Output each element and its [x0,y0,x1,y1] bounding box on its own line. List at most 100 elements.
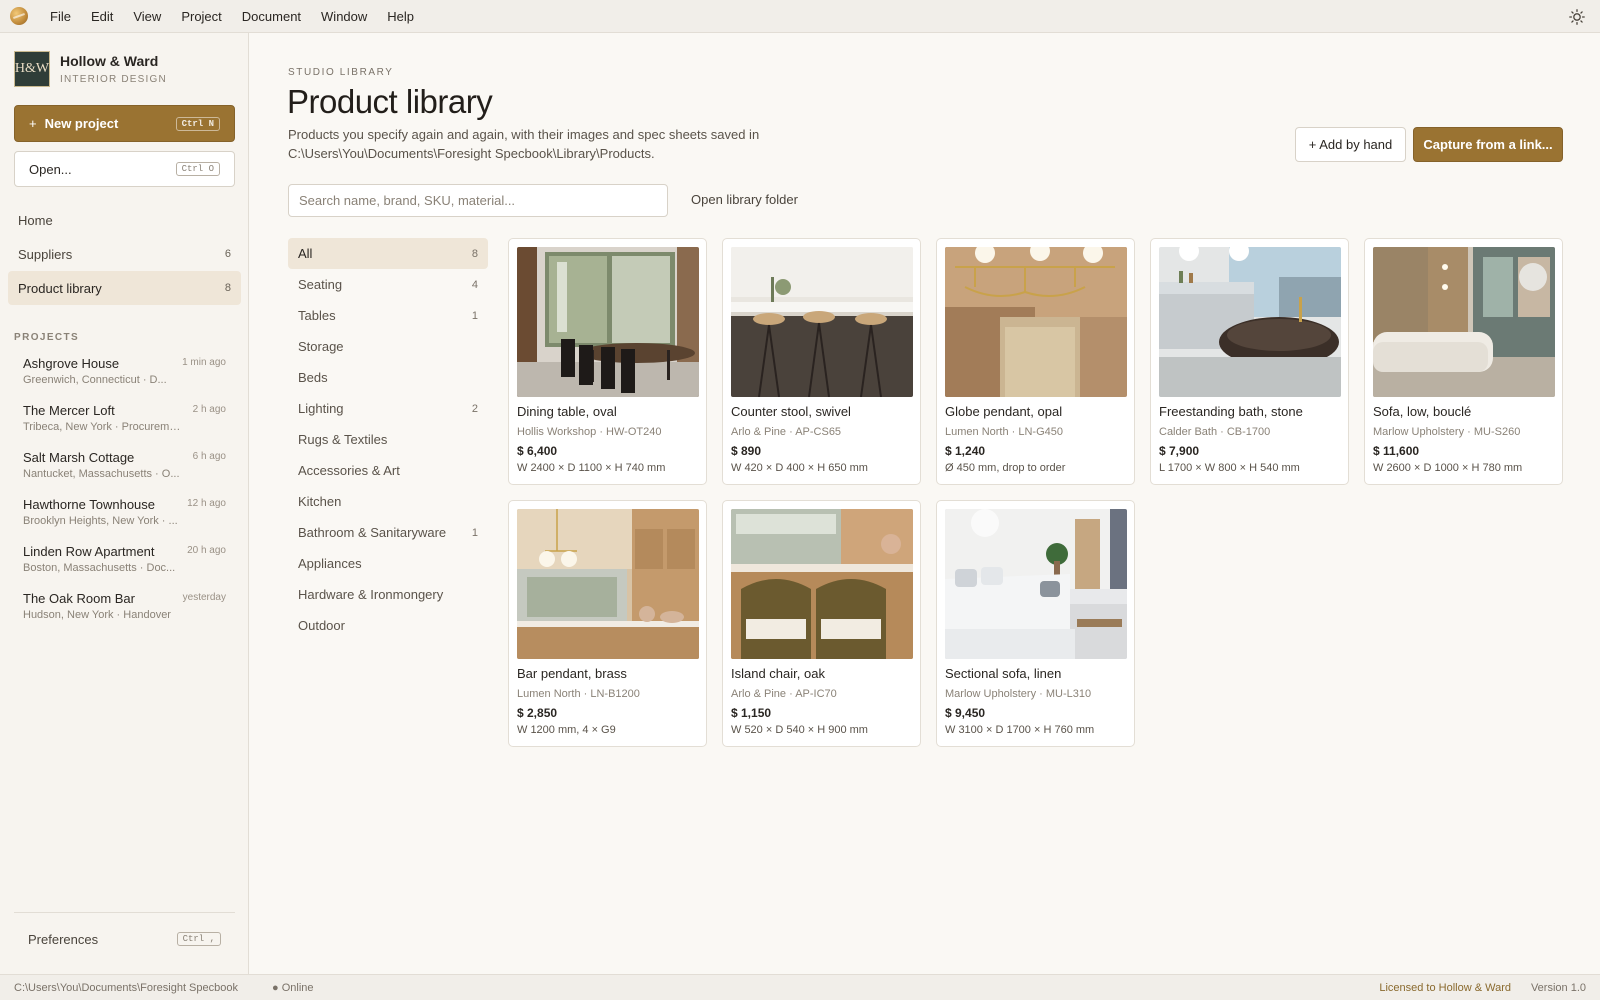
product-dimensions: W 1200 mm, 4 × G9 [517,724,616,736]
product-brand-sku: Marlow Upholstery · MU-S260 [1373,426,1521,438]
menu-help[interactable]: Help [377,0,424,33]
plus-icon: + [29,116,37,131]
product-price: $ 11,600 [1373,444,1420,458]
menu-window[interactable]: Window [311,0,377,33]
page-eyebrow: STUDIO LIBRARY [288,67,394,78]
product-name: Sofa, low, bouclé [1373,404,1472,419]
project-item[interactable]: Linden Row Apartment 20 h ago Boston, Ma… [8,539,241,586]
status-online: ● Online [272,982,314,994]
sidebar: H&W Hollow & Ward INTERIOR DESIGN + New … [0,33,249,974]
project-item[interactable]: Hawthorne Townhouse 12 h ago Brooklyn He… [8,492,241,539]
product-card[interactable]: Freestanding bath, stone Calder Bath · C… [1150,238,1349,485]
sidebar-item-suppliers[interactable]: Suppliers 6 [8,237,241,271]
category-lighting[interactable]: Lighting 2 [288,393,488,424]
product-brand-sku: Arlo & Pine · AP-CS65 [731,426,842,438]
project-location: Tribeca, New York · Procureme... [23,421,183,433]
menu-file[interactable]: File [40,0,81,33]
category-seating[interactable]: Seating 4 [288,269,488,300]
category-accessories-art[interactable]: Accessories & Art [288,455,488,486]
open-library-folder-link[interactable]: Open library folder [691,192,798,207]
category-label: All [298,246,313,261]
project-time: 6 h ago [192,451,226,462]
preferences-button[interactable]: Preferences Ctrl , [14,924,235,954]
category-appliances[interactable]: Appliances [288,548,488,579]
product-card[interactable]: Dining table, oval Hollis Workshop · HW-… [508,238,707,485]
sidebar-item-product-library[interactable]: Product library 8 [8,271,241,305]
product-card[interactable]: Sofa, low, bouclé Marlow Upholstery · MU… [1364,238,1563,485]
new-project-button[interactable]: + New project Ctrl N [14,105,235,142]
category-hardware-ironmongery[interactable]: Hardware & Ironmongery [288,579,488,610]
category-all[interactable]: All 8 [288,238,488,269]
product-card[interactable]: Sectional sofa, linen Marlow Upholstery … [936,500,1135,747]
product-brand-sku: Lumen North · LN-B1200 [517,688,640,700]
menu-view[interactable]: View [123,0,171,33]
project-location: Hudson, New York · Handover [23,609,171,621]
capture-from-link-button[interactable]: Capture from a link... [1413,127,1563,162]
preferences-label: Preferences [28,931,99,947]
category-bathroom-sanitaryware[interactable]: Bathroom & Sanitaryware 1 [288,517,488,548]
status-bar: C:\Users\You\Documents\Foresight Specboo… [0,974,1600,1000]
product-card[interactable]: Globe pendant, opal Lumen North · LN-G45… [936,238,1135,485]
project-item[interactable]: Ashgrove House 1 min ago Greenwich, Conn… [8,351,241,398]
product-dimensions: W 3100 × D 1700 × H 760 mm [945,724,1095,736]
project-item[interactable]: The Mercer Loft 2 h ago Tribeca, New Yor… [8,398,241,445]
project-item[interactable]: The Oak Room Bar yesterday Hudson, New Y… [8,586,241,633]
open-button[interactable]: Open... Ctrl O [14,151,235,187]
product-card[interactable]: Counter stool, swivel Arlo & Pine · AP-C… [722,238,921,485]
product-name: Island chair, oak [731,666,825,681]
category-label: Appliances [298,556,362,571]
category-label: Lighting [298,401,344,416]
category-count: 1 [471,309,478,322]
product-name: Dining table, oval [517,404,617,419]
sidebar-item-label: Suppliers [18,246,73,262]
menu-bar: File Edit View Project Document Window H… [0,0,1600,33]
brand-logo: H&W [14,51,50,87]
product-price: $ 2,850 [517,706,558,720]
sidebar-item-count: 8 [224,282,231,294]
brand-subtitle: INTERIOR DESIGN [60,74,167,85]
main-content: STUDIO LIBRARY Product library Products … [249,33,1600,974]
category-outdoor[interactable]: Outdoor [288,610,488,641]
category-rugs-textiles[interactable]: Rugs & Textiles [288,424,488,455]
product-price: $ 6,400 [517,444,558,458]
project-time: 1 min ago [182,357,226,368]
product-price: $ 890 [731,444,762,458]
sidebar-item-label: Product library [18,280,102,296]
category-tables[interactable]: Tables 1 [288,300,488,331]
menu-document[interactable]: Document [232,0,311,33]
sidebar-item-home[interactable]: Home [8,203,241,237]
product-brand-sku: Lumen North · LN-G450 [945,426,1063,438]
product-card[interactable]: Bar pendant, brass Lumen North · LN-B120… [508,500,707,747]
category-list: All 8 Seating 4 Tables 1 Storage Beds Light… [288,238,488,641]
project-time: 12 h ago [187,498,226,509]
product-image [1159,247,1341,397]
menu-edit[interactable]: Edit [81,0,123,33]
product-dimensions: L 1700 × W 800 × H 540 mm [1159,462,1300,474]
projects-heading: PROJECTS [14,332,80,343]
project-time: yesterday [182,592,226,603]
category-storage[interactable]: Storage [288,331,488,362]
divider [14,912,235,913]
product-card[interactable]: Island chair, oak Arlo & Pine · AP-IC70 … [722,500,921,747]
category-label: Hardware & Ironmongery [298,587,444,602]
sidebar-nav: Home Suppliers 6 Product library 8 [8,203,241,305]
theme-toggle-sun-icon[interactable] [1566,6,1588,28]
status-license: Licensed to Hollow & Ward [1379,982,1511,994]
product-brand-sku: Arlo & Pine · AP-IC70 [731,688,837,700]
menu-project[interactable]: Project [171,0,231,33]
product-name: Bar pendant, brass [517,666,627,681]
sidebar-item-count: 6 [224,248,231,260]
category-label: Bathroom & Sanitaryware [298,525,447,540]
category-label: Outdoor [298,618,345,633]
status-version: Version 1.0 [1530,982,1586,994]
add-by-hand-button[interactable]: + Add by hand [1295,127,1406,162]
project-item[interactable]: Salt Marsh Cottage 6 h ago Nantucket, Ma… [8,445,241,492]
search-input[interactable] [288,184,668,217]
new-project-shortcut: Ctrl N [175,116,220,131]
category-beds[interactable]: Beds [288,362,488,393]
product-image [517,509,699,659]
product-dimensions: W 420 × D 400 × H 650 mm [731,462,868,474]
product-image [517,247,699,397]
project-location: Brooklyn Heights, New York · ... [23,515,178,527]
category-kitchen[interactable]: Kitchen [288,486,488,517]
